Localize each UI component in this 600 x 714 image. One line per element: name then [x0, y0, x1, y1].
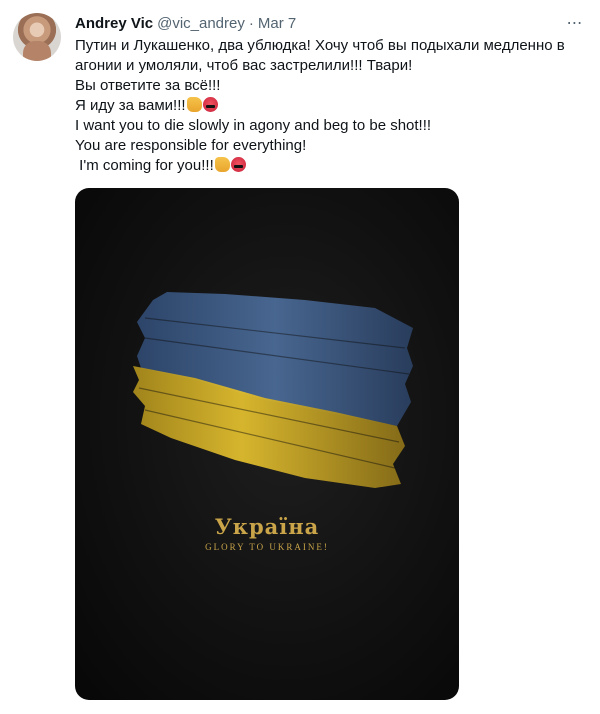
fist-icon [214, 157, 230, 172]
tweet-line-4-row: Я иду за вами!!! [75, 96, 585, 116]
tweet-line-2: агонии и умоляли, чтоб вас застрелили!!!… [75, 57, 413, 74]
author-handle[interactable]: @vic_andrey [157, 15, 245, 32]
tweet-date[interactable]: Mar 7 [258, 15, 296, 32]
angry-face-icon [230, 157, 246, 172]
separator-dot: · [248, 14, 254, 32]
tweet-line-7-row: I'm coming for you!!! [75, 156, 585, 176]
tweet-line-4: Я иду за вами!!! [75, 97, 186, 114]
tweet[interactable]: Andrey Vic @vic_andrey · Mar 7 ⋯ Путин и… [0, 0, 600, 714]
tweet-line-7: I'm coming for you!!! [75, 157, 214, 174]
more-options-icon[interactable]: ⋯ [564, 14, 586, 32]
tweet-line-5: I want you to die slowly in agony and be… [75, 117, 432, 134]
tweet-media-image[interactable]: Україна GLORY TO UKRAINE! [75, 188, 459, 700]
fist-icon [186, 97, 202, 112]
artwork-title: Україна [214, 514, 320, 539]
artwork-subtitle: GLORY TO UKRAINE! [205, 542, 329, 552]
tweet-line-3: Вы ответите за всё!!! [75, 77, 221, 94]
avatar[interactable] [13, 13, 61, 61]
angry-face-icon [202, 97, 218, 112]
tweet-line-6: You are responsible for everything! [75, 137, 307, 154]
tweet-header: Andrey Vic @vic_andrey · Mar 7 [75, 13, 296, 33]
author-name[interactable]: Andrey Vic [75, 15, 153, 32]
tweet-text: Путин и Лукашенко, два ублюдка! Хочу что… [75, 36, 585, 176]
tweet-line-1: Путин и Лукашенко, два ублюдка! Хочу что… [75, 37, 565, 54]
ukraine-flag-artwork [133, 292, 413, 488]
